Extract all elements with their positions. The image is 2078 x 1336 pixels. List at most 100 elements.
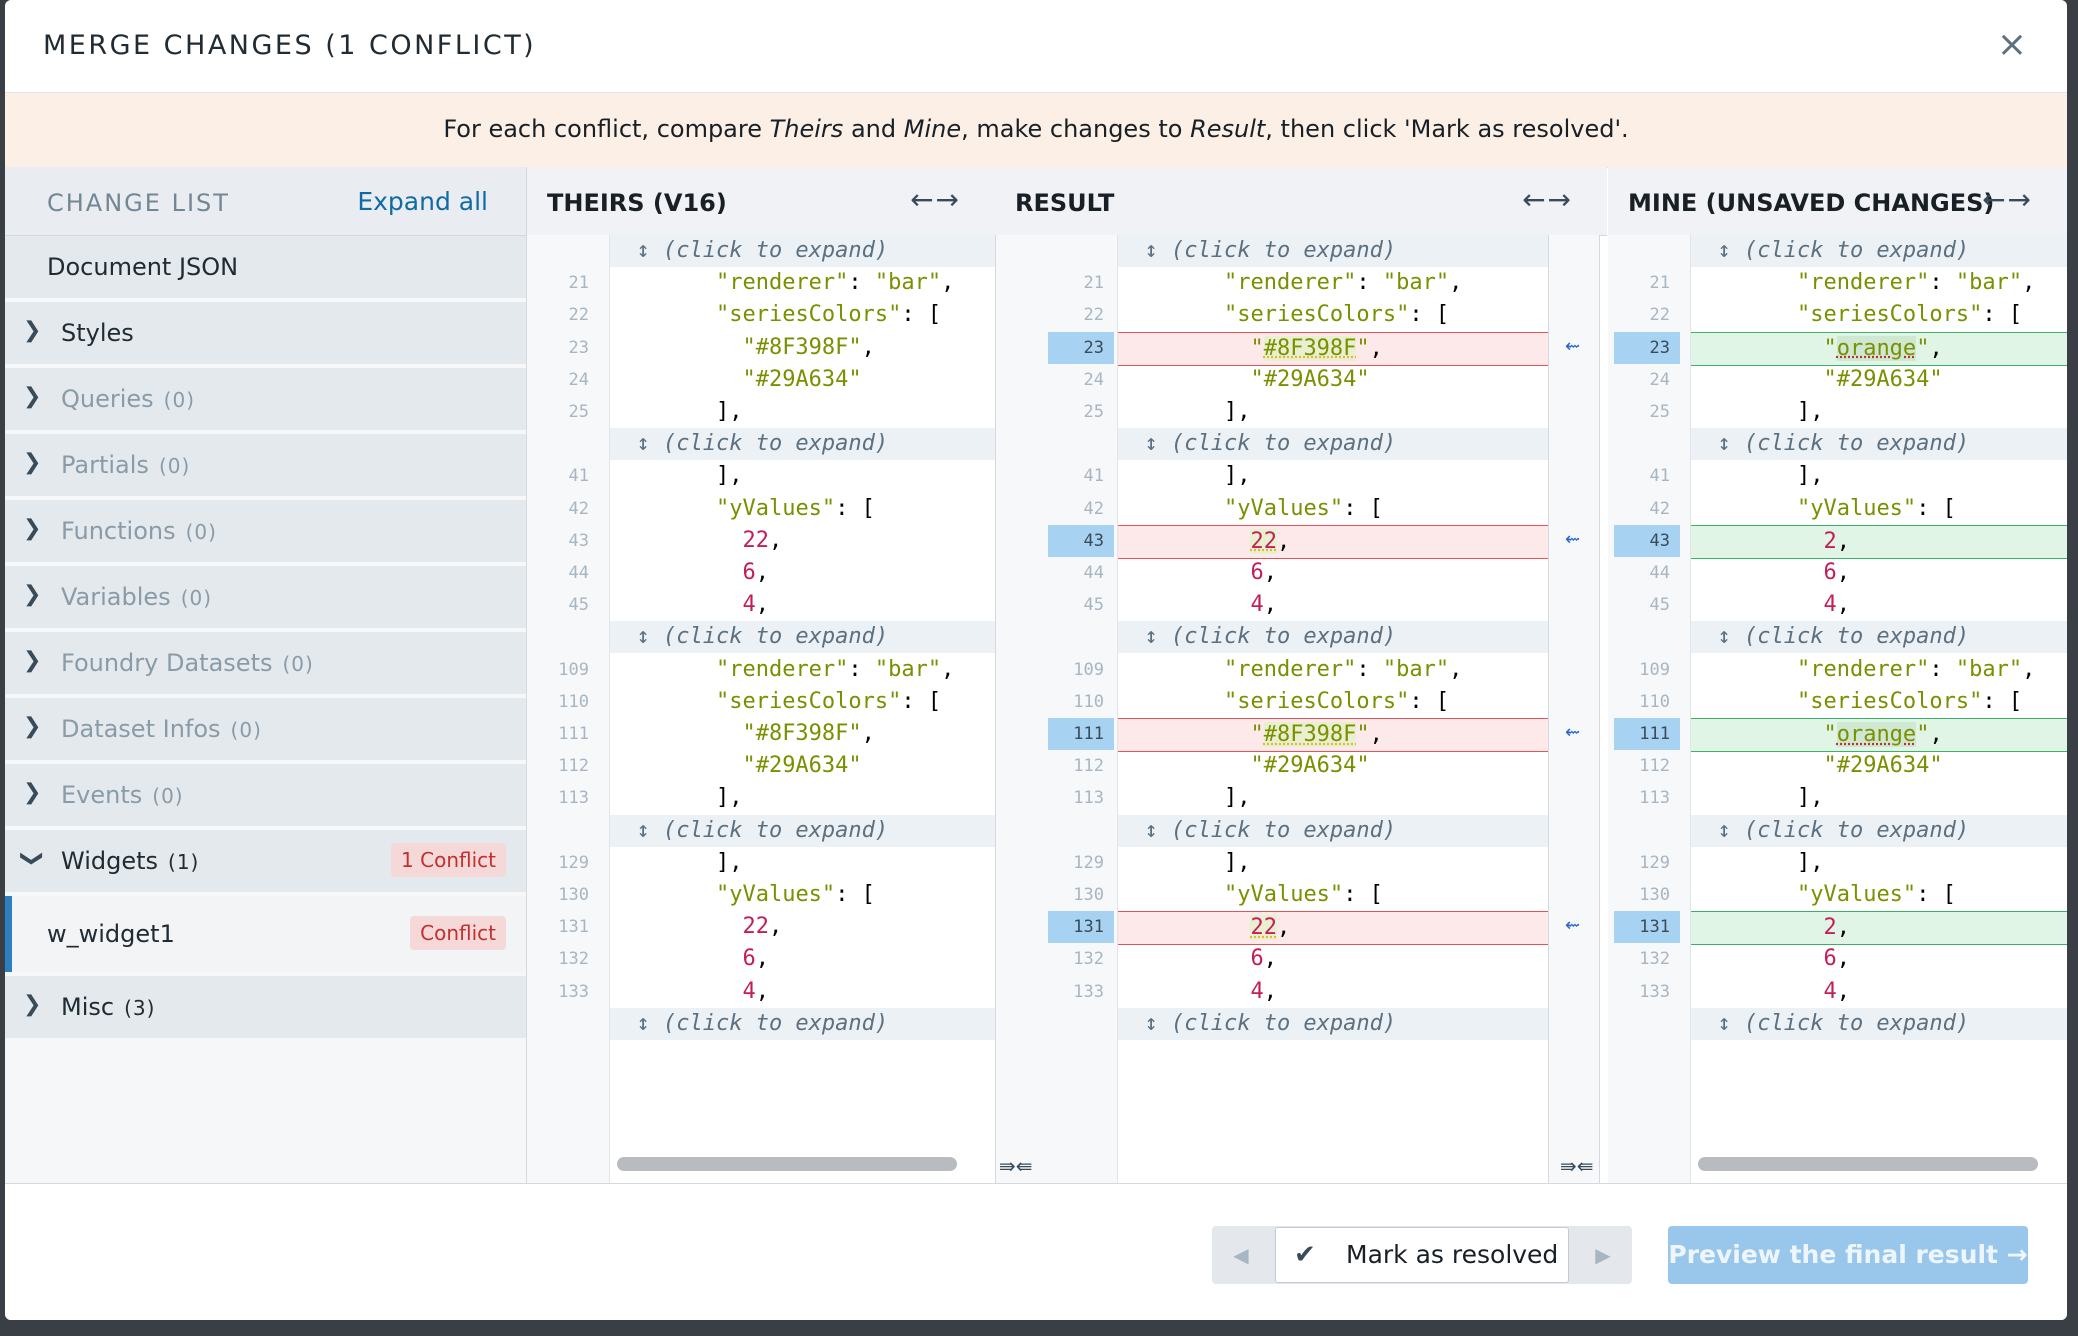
swap-arrows-icon[interactable]: ←→ [910, 183, 961, 216]
merge-content: CHANGE LIST Expand all Document JSON ❯ S… [5, 167, 2067, 1184]
dialog-footer: ◀ ✔ Mark as resolved ▶ Preview the final… [5, 1184, 2067, 1320]
click-to-expand-row[interactable]: ↕ (click to expand) [1118, 235, 1548, 267]
click-to-expand-row[interactable]: ↕ (click to expand) [1118, 428, 1548, 461]
next-conflict-button[interactable]: ▶ [1574, 1226, 1632, 1284]
swap-arrows-icon[interactable]: ←→ [1522, 183, 1573, 216]
line-number: 112 [1639, 756, 1670, 777]
prev-conflict-button[interactable]: ◀ [1212, 1226, 1270, 1284]
click-to-expand-row[interactable]: ↕ (click to expand) [1118, 814, 1548, 847]
mine-pane: MINE (UNSAVED CHANGES) ←→ ↕ (click to ex… [1608, 167, 2067, 1183]
sidebar-item-count: (0) [282, 652, 314, 676]
line-number: 113 [1073, 788, 1104, 809]
click-to-expand-row[interactable]: ↕ (click to expand) [610, 428, 995, 461]
click-to-expand-row[interactable]: ↕ (click to expand) [610, 1007, 995, 1040]
merge-gutter [995, 235, 1043, 1183]
sidebar-item-label: Widgets [61, 847, 159, 875]
line-number: 111 [558, 724, 589, 744]
sidebar-item-widgets[interactable]: ❯ Widgets (1) 1 Conflict [5, 830, 526, 896]
preview-final-result-button[interactable]: Preview the final result → [1668, 1226, 2028, 1284]
click-to-expand-row[interactable]: ↕ (click to expand) [1691, 428, 2067, 461]
result-code[interactable]: ↕ (click to expand) "renderer": "bar", "… [1118, 235, 1548, 1183]
sidebar-item-document-json[interactable]: Document JSON [5, 236, 526, 302]
sidebar-item-variables[interactable]: ❯ Variables (0) [5, 566, 526, 632]
line-number: 22 [568, 305, 589, 326]
line-number: 41 [1083, 466, 1104, 487]
conflict-line: 2, [1691, 524, 2067, 559]
line-number: 110 [1073, 691, 1104, 712]
accept-mine-arrow-icon[interactable]: ⇜ [1565, 529, 1580, 550]
theirs-code[interactable]: ↕ (click to expand) "renderer": "bar", "… [610, 235, 995, 1183]
merge-all-icon[interactable]: ⇛⇚ [999, 1154, 1033, 1178]
line-number: 44 [1083, 563, 1104, 583]
sidebar-item-misc[interactable]: ❯ Misc (3) [5, 976, 526, 1042]
chevron-right-icon: ❯ [23, 384, 42, 409]
code-line: "yValues": [ [715, 882, 875, 907]
accept-mine-arrow-icon[interactable]: ⇜ [1565, 915, 1580, 936]
line-number: 110 [1639, 691, 1670, 712]
line-number: 109 [1639, 659, 1670, 680]
code-line: "yValues": [ [1223, 882, 1383, 907]
line-number: 111 [1614, 718, 1680, 750]
click-to-expand-row[interactable]: ↕ (click to expand) [1118, 621, 1548, 654]
line-number: 45 [568, 595, 589, 616]
close-icon[interactable]: × [1997, 24, 2027, 65]
code-line: "#8F398F", [742, 721, 875, 746]
mine-code[interactable]: ↕ (click to expand) "renderer": "bar", "… [1691, 235, 2067, 1183]
code-line: "seriesColors": [ [715, 688, 942, 714]
line-number: 129 [1639, 852, 1670, 873]
line-number: 132 [558, 949, 589, 970]
click-to-expand-row[interactable]: ↕ (click to expand) [1691, 235, 2067, 267]
line-number: 25 [568, 402, 589, 422]
conflict-line: 2, [1691, 911, 2067, 946]
sidebar-item-label: Foundry Datasets [61, 649, 273, 677]
click-to-expand-row[interactable]: ↕ (click to expand) [610, 235, 995, 267]
sidebar-item-count: (3) [124, 996, 156, 1020]
sidebar-item-functions[interactable]: ❯ Functions (0) [5, 500, 526, 566]
horizontal-scrollbar[interactable] [617, 1157, 957, 1171]
code-line: "#29A634" [1823, 366, 1943, 392]
code-line: "renderer": "bar", [715, 270, 955, 296]
click-to-expand-row[interactable]: ↕ (click to expand) [610, 814, 995, 847]
line-number: 130 [1073, 885, 1104, 905]
sidebar-item-queries[interactable]: ❯ Queries (0) [5, 368, 526, 434]
sidebar-item-count: (0) [152, 784, 184, 808]
click-to-expand-row[interactable]: ↕ (click to expand) [1691, 814, 2067, 847]
sidebar-item-count: (1) [168, 850, 200, 874]
horizontal-scrollbar[interactable] [1698, 1157, 2038, 1171]
sidebar-item-events[interactable]: ❯ Events (0) [5, 764, 526, 830]
sidebar-item-styles[interactable]: ❯ Styles [5, 302, 526, 368]
sidebar-item-foundry-datasets[interactable]: ❯ Foundry Datasets (0) [5, 632, 526, 698]
accept-mine-arrow-icon[interactable]: ⇜ [1565, 336, 1580, 357]
code-line: "renderer": "bar", [715, 656, 955, 682]
code-line: ], [610, 849, 743, 875]
code-line: "yValues": [ [1796, 882, 1956, 907]
mark-as-resolved-button[interactable]: ✔ Mark as resolved [1275, 1227, 1569, 1283]
code-line: "renderer": "bar", [1223, 270, 1463, 296]
sidebar-item-dataset-infos[interactable]: ❯ Dataset Infos (0) [5, 698, 526, 764]
line-number: 41 [1649, 466, 1670, 487]
accept-mine-arrow-icon[interactable]: ⇜ [1565, 722, 1580, 743]
resolve-group: ◀ ✔ Mark as resolved ▶ [1212, 1226, 1632, 1284]
code-line: 22, [742, 527, 783, 553]
code-line: "seriesColors": [ [1796, 302, 2023, 328]
line-number: 25 [1083, 402, 1104, 422]
code-line: "yValues": [ [1796, 495, 1956, 521]
sidebar-item-partials[interactable]: ❯ Partials (0) [5, 434, 526, 500]
chevron-right-icon: ❯ [23, 714, 42, 739]
click-to-expand-row[interactable]: ↕ (click to expand) [1691, 1007, 2067, 1040]
click-to-expand-row[interactable]: ↕ (click to expand) [1118, 1007, 1548, 1040]
click-to-expand-row[interactable]: ↕ (click to expand) [1691, 621, 2067, 654]
swap-arrows-icon[interactable]: ←→ [1982, 183, 2033, 216]
dialog-title: MERGE CHANGES (1 CONFLICT) [43, 30, 537, 61]
merge-dialog: MERGE CHANGES (1 CONFLICT) × For each co… [5, 0, 2067, 1320]
merge-all-icon[interactable]: ⇛⇚ [1560, 1154, 1594, 1178]
line-number: 22 [1083, 305, 1104, 326]
line-number: 43 [568, 530, 589, 551]
line-number: 42 [1083, 498, 1104, 519]
sidebar-item-w-widget1[interactable]: w_widget1 Conflict [5, 896, 526, 972]
code-line: 4, [742, 592, 769, 618]
line-number: 44 [1649, 563, 1670, 583]
sidebar-item-label: Styles [61, 319, 134, 347]
click-to-expand-row[interactable]: ↕ (click to expand) [610, 621, 995, 654]
expand-all-link[interactable]: Expand all [357, 187, 488, 216]
